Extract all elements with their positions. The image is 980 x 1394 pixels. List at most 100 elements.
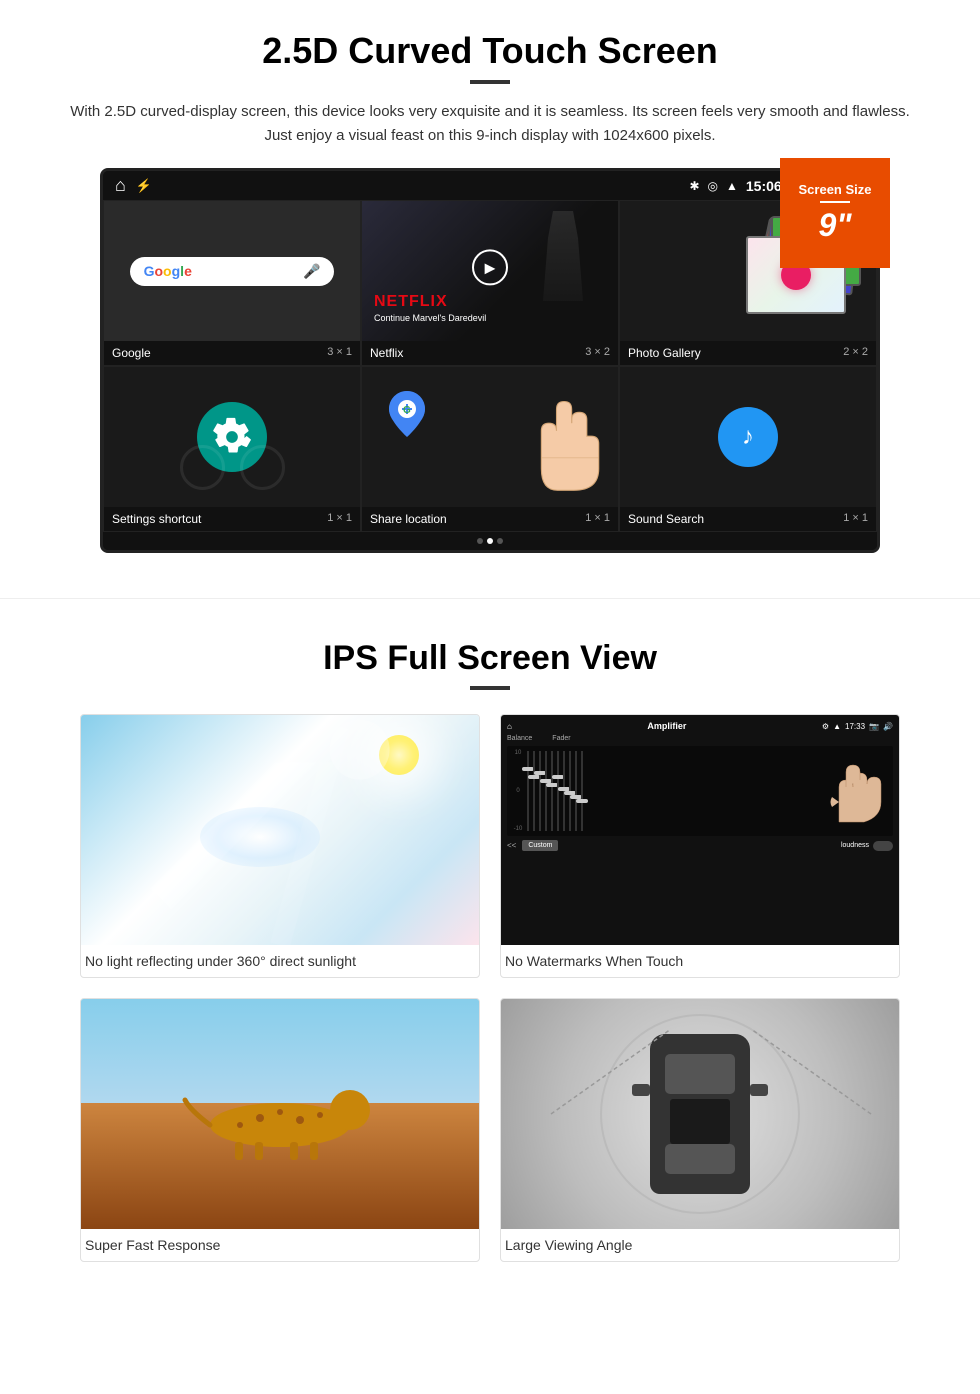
app-grid-row1: Google 🎤 Google 3 × 1 ▶ [103, 200, 877, 366]
feature-card-watermarks: ⌂ Amplifier ⚙ ▲ 17:33 📷 🔊 Balance Fader [500, 714, 900, 978]
gallery-size: 2 × 2 [843, 346, 868, 360]
amp-cam-icon: 📷 [869, 722, 879, 731]
amp-freq-labels: Balance Fader [507, 735, 893, 742]
share-location-size: 1 × 1 [585, 512, 610, 526]
custom-button[interactable]: Custom [522, 840, 558, 851]
eq-tracks [527, 750, 889, 832]
app-cell-settings[interactable]: Settings shortcut 1 × 1 [103, 366, 361, 532]
sunlight-label: No light reflecting under 360° direct su… [81, 945, 479, 977]
car-top-view [650, 1034, 750, 1194]
settings-watermark [172, 442, 292, 492]
car-bg [501, 999, 899, 1229]
sound-search-widget[interactable]: ♪ [620, 367, 876, 507]
netflix-name: Netflix [370, 346, 403, 360]
netflix-play-button[interactable]: ▶ [472, 249, 508, 285]
section-curved-screen: 2.5D Curved Touch Screen With 2.5D curve… [0, 0, 980, 578]
eq-track-10 [581, 751, 583, 831]
app-cell-share-location[interactable]: G [361, 366, 619, 532]
amp-nav: << Custom [507, 840, 558, 851]
eq-track-3 [539, 751, 541, 831]
google-size: 3 × 1 [327, 346, 352, 360]
google-logo: Google [144, 263, 192, 279]
music-note-icon[interactable]: ♪ [718, 407, 778, 467]
settings-size: 1 × 1 [327, 512, 352, 526]
google-search-bar[interactable]: Google 🎤 [130, 257, 335, 286]
car-rear-window [665, 1144, 735, 1174]
google-label: Google 3 × 1 [104, 341, 360, 365]
device-frame: ⌂ ⚡ ✱ ◎ ▲ 15:06 📷 🔊 ✕ ▭ [100, 168, 880, 553]
amp-status-bar: ⌂ Amplifier ⚙ ▲ 17:33 📷 🔊 [507, 721, 893, 731]
feature-card-sunlight: No light reflecting under 360° direct su… [80, 714, 480, 978]
sunlight-image [81, 715, 479, 945]
section2-title: IPS Full Screen View [60, 639, 920, 678]
amp-bottom-controls: << Custom loudness [507, 840, 893, 851]
eq-track-8 [569, 751, 571, 831]
dot-2[interactable] [487, 538, 493, 544]
amp-hand-svg [819, 752, 889, 832]
google-widget[interactable]: Google 🎤 [104, 201, 360, 341]
netflix-size: 3 × 2 [585, 346, 610, 360]
app-cell-google[interactable]: Google 🎤 Google 3 × 1 [103, 200, 361, 366]
share-location-name: Share location [370, 512, 447, 526]
share-location-widget[interactable]: G [362, 367, 618, 507]
gmaps-pin: G [382, 387, 432, 447]
netflix-label: Netflix 3 × 2 [362, 341, 618, 365]
amp-wifi-icon: ▲ [833, 722, 841, 731]
eq-track-4 [545, 751, 547, 831]
speed-label: Super Fast Response [81, 1229, 479, 1261]
section-ips: IPS Full Screen View No light reflecting… [0, 598, 980, 1282]
sound-search-size: 1 × 1 [843, 512, 868, 526]
share-location-label: Share location 1 × 1 [362, 507, 618, 531]
feature-card-angle: Large Viewing Angle [500, 998, 900, 1262]
app-cell-netflix[interactable]: ▶ NETFLIX Continue Marvel's Daredevil Ne… [361, 200, 619, 366]
eq-y-axis: 10 0 -10 [511, 750, 525, 832]
settings-widget[interactable] [104, 367, 360, 507]
amp-title: Amplifier [647, 721, 686, 731]
gallery-label: Photo Gallery 2 × 2 [620, 341, 876, 365]
amp-time: 17:33 [845, 722, 865, 731]
feature-card-speed: Super Fast Response [80, 998, 480, 1262]
settings-label: Settings shortcut 1 × 1 [104, 507, 360, 531]
usb-icon: ⚡ [136, 178, 152, 194]
app-cell-sound-search[interactable]: ♪ Sound Search 1 × 1 [619, 366, 877, 532]
sound-search-name: Sound Search [628, 512, 704, 526]
bluetooth-icon: ✱ [689, 179, 699, 193]
loudness-toggle-row: loudness [841, 841, 893, 851]
eq-handle-10[interactable] [576, 799, 588, 803]
car-image [501, 999, 899, 1229]
eq-display: 10 0 -10 [507, 746, 893, 836]
netflix-widget[interactable]: ▶ NETFLIX Continue Marvel's Daredevil [362, 201, 618, 341]
cheetah-image [81, 999, 479, 1229]
status-bar: ⌂ ⚡ ✱ ◎ ▲ 15:06 📷 🔊 ✕ ▭ [103, 171, 877, 200]
car-mirror-right [750, 1084, 768, 1096]
amplifier-bg: ⌂ Amplifier ⚙ ▲ 17:33 📷 🔊 Balance Fader [501, 715, 899, 945]
dot-1[interactable] [477, 538, 483, 544]
hand-pointing-icon [498, 382, 618, 507]
status-left: ⌂ ⚡ [115, 175, 152, 196]
amp-label-balance: Balance [507, 735, 532, 742]
feature-grid: No light reflecting under 360° direct su… [60, 714, 920, 1262]
loudness-toggle[interactable] [873, 841, 893, 851]
eq-track-9 [575, 751, 577, 831]
eq-track-6 [557, 751, 559, 831]
home-icon[interactable]: ⌂ [115, 175, 126, 196]
amp-label-fader: Fader [552, 735, 570, 742]
dot-3[interactable] [497, 538, 503, 544]
eq-track-1 [527, 751, 529, 831]
sound-search-label: Sound Search 1 × 1 [620, 507, 876, 531]
cheetah-bg [81, 999, 479, 1229]
section1-title: 2.5D Curved Touch Screen [60, 30, 920, 72]
mic-icon[interactable]: 🎤 [303, 263, 320, 280]
page-dots [103, 532, 877, 550]
gallery-name: Photo Gallery [628, 346, 701, 360]
car-windshield [665, 1054, 735, 1094]
section1-description: With 2.5D curved-display screen, this de… [60, 100, 920, 148]
netflix-logo: NETFLIX [374, 293, 448, 311]
amplifier-image: ⌂ Amplifier ⚙ ▲ 17:33 📷 🔊 Balance Fader [501, 715, 899, 945]
amp-status-right: ⚙ ▲ 17:33 📷 🔊 [822, 722, 893, 731]
light-rays-svg [81, 715, 479, 945]
amp-back-icon[interactable]: << [507, 841, 516, 850]
section1-divider [470, 80, 510, 84]
wifi-icon: ▲ [726, 179, 738, 193]
app-grid-row2: Settings shortcut 1 × 1 [103, 366, 877, 532]
